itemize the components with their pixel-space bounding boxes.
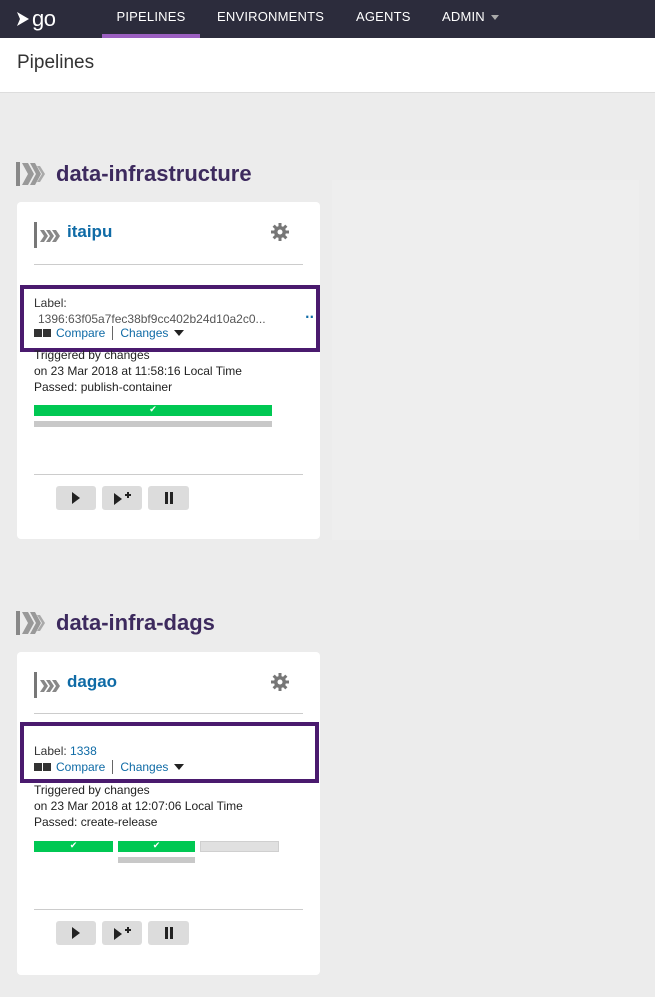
nav-pipelines[interactable]: PIPELINES bbox=[102, 0, 200, 38]
stage-bar-not-run[interactable] bbox=[200, 841, 279, 852]
play-icon bbox=[72, 927, 80, 939]
pipeline-icon bbox=[34, 222, 60, 248]
pipeline-group-title[interactable]: data-infra-dags bbox=[56, 610, 215, 636]
trigger-time: on 23 Mar 2018 at 11:58:16 Local Time bbox=[34, 364, 242, 378]
pipeline-group-header: data-infrastructure bbox=[16, 160, 252, 188]
nav-admin-label: ADMIN bbox=[442, 9, 485, 24]
separator bbox=[112, 326, 114, 340]
stage-bar-history bbox=[34, 421, 272, 427]
nav-admin[interactable]: ADMIN bbox=[442, 0, 499, 38]
divider bbox=[34, 713, 303, 714]
stage-bar-passed[interactable]: ✔ bbox=[118, 841, 195, 852]
check-icon: ✔ bbox=[149, 405, 157, 415]
check-icon: ✔ bbox=[69, 841, 78, 851]
pause-button[interactable] bbox=[148, 921, 189, 945]
pipeline-card: itaipu Label: 1396:63f05a7fec38bf9cc402b… bbox=[17, 202, 320, 539]
trigger-info: Triggered by changes on 23 Mar 2018 at 1… bbox=[34, 347, 242, 395]
label-value: 1396:63f05a7fec38bf9cc402b24d10a2c0... bbox=[38, 312, 266, 326]
triggered-by: Triggered by changes bbox=[34, 783, 150, 797]
play-with-options-icon bbox=[114, 492, 131, 505]
top-navigation: go PIPELINES ENVIRONMENTS AGENTS ADMIN bbox=[0, 0, 655, 38]
pipeline-group-panel bbox=[332, 180, 639, 540]
chevron-down-icon bbox=[490, 15, 499, 21]
changes-link[interactable]: Changes bbox=[120, 760, 168, 774]
check-icon: ✔ bbox=[152, 841, 161, 851]
passed-stage: Passed: create-release bbox=[34, 815, 158, 829]
go-logo-icon bbox=[17, 12, 29, 26]
pause-button[interactable] bbox=[148, 486, 189, 510]
changes-link[interactable]: Changes bbox=[120, 326, 168, 340]
pause-icon bbox=[164, 492, 173, 504]
label-key: Label: bbox=[34, 744, 67, 758]
compare-link[interactable]: Compare bbox=[56, 326, 105, 340]
pipeline-name-link[interactable]: itaipu bbox=[67, 222, 112, 242]
pipeline-card: dagao Label: 1338 Compare Changes Trigge… bbox=[17, 652, 320, 975]
nav-agents-label: AGENTS bbox=[356, 9, 411, 24]
separator bbox=[112, 760, 114, 774]
trigger-time: on 23 Mar 2018 at 12:07:06 Local Time bbox=[34, 799, 243, 813]
pause-icon bbox=[164, 927, 173, 939]
trigger-button[interactable] bbox=[56, 486, 96, 510]
nav-agents[interactable]: AGENTS bbox=[356, 0, 411, 38]
page-header: Pipelines bbox=[0, 38, 655, 93]
pipeline-group-title[interactable]: data-infrastructure bbox=[56, 161, 252, 187]
gear-icon[interactable] bbox=[270, 222, 290, 242]
more-ellipsis[interactable]: ·· bbox=[305, 310, 314, 324]
label-key: Label: bbox=[34, 296, 67, 310]
pipeline-group-icon bbox=[16, 162, 45, 186]
stage-bar-passed[interactable]: ✔ bbox=[34, 841, 113, 852]
nav-environments[interactable]: ENVIRONMENTS bbox=[217, 0, 324, 38]
trigger-with-options-button[interactable] bbox=[102, 921, 142, 945]
nav-pipelines-label: PIPELINES bbox=[116, 9, 186, 24]
page-title: Pipelines bbox=[17, 52, 95, 73]
label-value-link[interactable]: 1338 bbox=[70, 744, 97, 758]
divider bbox=[34, 909, 303, 910]
divider bbox=[34, 474, 303, 475]
pipeline-icon bbox=[34, 672, 60, 698]
chevron-down-icon[interactable] bbox=[174, 330, 185, 336]
play-icon bbox=[72, 492, 80, 504]
compare-icon bbox=[34, 329, 52, 337]
compare-row: Compare Changes bbox=[34, 760, 185, 774]
triggered-by: Triggered by changes bbox=[34, 348, 150, 362]
stage-bar-history bbox=[118, 857, 195, 863]
go-logo[interactable]: go bbox=[16, 6, 56, 32]
play-with-options-icon bbox=[114, 927, 131, 940]
logo-text: go bbox=[32, 6, 56, 31]
stage-bar-passed[interactable]: ✔ bbox=[34, 405, 272, 416]
pipeline-name-link[interactable]: dagao bbox=[67, 672, 117, 692]
passed-stage: Passed: publish-container bbox=[34, 380, 173, 394]
chevron-down-icon[interactable] bbox=[174, 764, 185, 770]
nav-environments-label: ENVIRONMENTS bbox=[217, 9, 325, 24]
compare-link[interactable]: Compare bbox=[56, 760, 105, 774]
pipeline-group-icon bbox=[16, 611, 45, 635]
trigger-with-options-button[interactable] bbox=[102, 486, 142, 510]
gear-icon[interactable] bbox=[270, 672, 290, 692]
trigger-info: Triggered by changes on 23 Mar 2018 at 1… bbox=[34, 782, 243, 830]
compare-icon bbox=[34, 763, 52, 771]
label-row: Label: 1338 bbox=[34, 744, 97, 758]
trigger-button[interactable] bbox=[56, 921, 96, 945]
divider bbox=[34, 264, 303, 265]
pipeline-group-header: data-infra-dags bbox=[16, 609, 215, 637]
compare-row: Compare Changes bbox=[34, 326, 185, 340]
